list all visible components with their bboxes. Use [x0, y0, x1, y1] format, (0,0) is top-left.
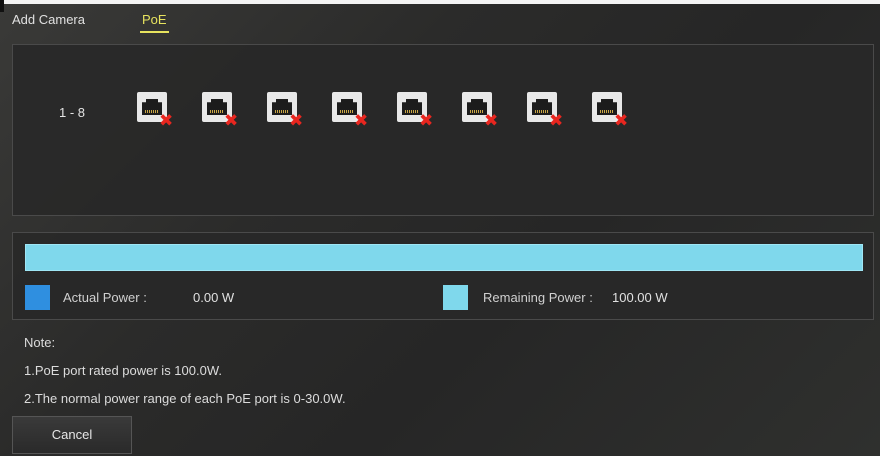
- active-tab-underline: [140, 31, 169, 33]
- poe-port-6[interactable]: ✖: [462, 92, 499, 131]
- tab-bar: Add Camera PoE: [0, 6, 880, 38]
- poe-port-4[interactable]: ✖: [332, 92, 369, 131]
- actual-power-label: Actual Power :: [63, 290, 147, 305]
- poe-port-panel: 1 - 8 ✖ ✖ ✖ ✖ ✖ ✖ ✖ ✖: [12, 44, 874, 216]
- disconnected-x-icon: ✖: [224, 111, 239, 131]
- disconnected-x-icon: ✖: [484, 111, 499, 131]
- tab-add-camera[interactable]: Add Camera: [12, 12, 85, 27]
- poe-port-8[interactable]: ✖: [592, 92, 629, 131]
- disconnected-x-icon: ✖: [614, 111, 629, 131]
- cancel-button[interactable]: Cancel: [12, 416, 132, 454]
- actual-power-value: 0.00 W: [193, 290, 235, 305]
- power-panel: Actual Power : 0.00 W Remaining Power : …: [12, 232, 874, 320]
- poe-port-1[interactable]: ✖: [137, 92, 174, 131]
- note-line-1: 1.PoE port rated power is 100.0W.: [24, 363, 222, 378]
- remaining-power-swatch: [443, 285, 468, 310]
- poe-port-3[interactable]: ✖: [267, 92, 304, 131]
- poe-port-5[interactable]: ✖: [397, 92, 434, 131]
- disconnected-x-icon: ✖: [419, 111, 434, 131]
- port-range-label: 1 - 8: [59, 105, 86, 120]
- disconnected-x-icon: ✖: [549, 111, 564, 131]
- note-title: Note:: [24, 335, 56, 350]
- disconnected-x-icon: ✖: [159, 111, 174, 131]
- disconnected-x-icon: ✖: [289, 111, 304, 131]
- poe-port-2[interactable]: ✖: [202, 92, 239, 131]
- actual-power-swatch: [25, 285, 50, 310]
- poe-port-7[interactable]: ✖: [527, 92, 564, 131]
- remaining-power-value: 100.00 W: [612, 290, 668, 305]
- tab-poe-label: PoE: [142, 12, 167, 27]
- top-border: [0, 0, 880, 12]
- power-bar: [25, 244, 863, 271]
- tab-poe[interactable]: PoE: [140, 12, 169, 33]
- disconnected-x-icon: ✖: [354, 111, 369, 131]
- note-line-2: 2.The normal power range of each PoE por…: [24, 391, 346, 406]
- remaining-power-label: Remaining Power :: [483, 290, 593, 305]
